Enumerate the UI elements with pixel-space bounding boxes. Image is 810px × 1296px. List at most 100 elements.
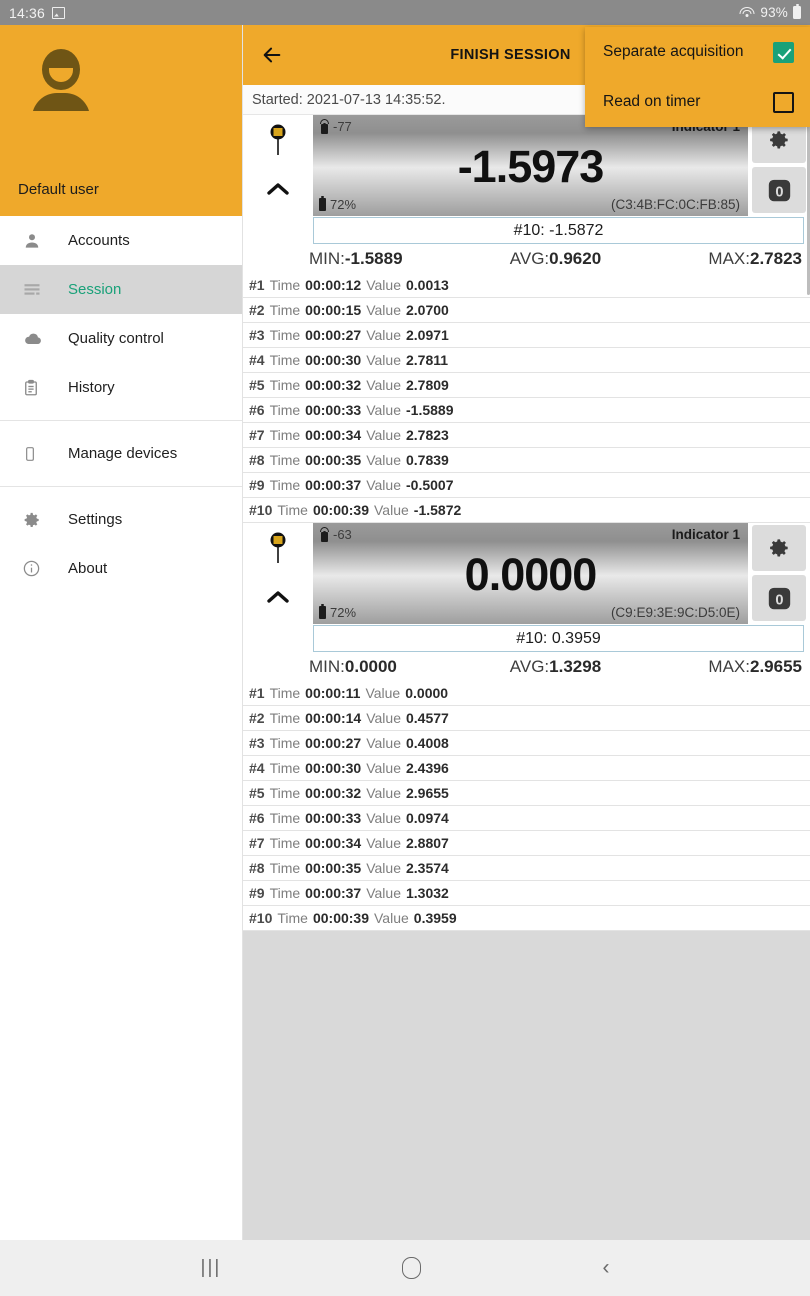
reading-row[interactable]: #2 Time 00:00:14 Value 0.4577 [243,706,810,731]
sidebar-item-accounts[interactable]: Accounts [0,216,242,265]
reading-number: #9 [249,477,265,493]
cloud-icon [22,329,68,349]
back-button[interactable] [243,44,301,66]
navigation-drawer: Default user Accounts Session Quality co… [0,25,243,1240]
indicator-row: -63 Indicator 1 0.0000 72% (C9:E9:3E:9C:… [243,523,810,624]
indicator-settings-button[interactable] [752,525,806,571]
status-bar-right: 93% [739,4,801,20]
reading-time-label: Time [269,785,301,801]
reading-value: 0.0000 [405,685,449,701]
indicator-display[interactable]: -63 Indicator 1 0.0000 72% (C9:E9:3E:9C:… [313,523,748,624]
indicator-value: 0.0000 [464,549,598,600]
reading-value-label: Value [366,785,401,801]
reading-value-label: Value [366,860,401,876]
reading-row[interactable]: #1 Time 00:00:11 Value 0.0000 [243,681,810,706]
sidebar-item-label: History [68,379,115,396]
reading-list: #1 Time 00:00:11 Value 0.0000 #2 Time 00:00:14 V… [243,681,810,931]
indicator-zero-button[interactable]: 0 [752,575,806,621]
indicator-actions: 0 [748,115,810,216]
indicator-zero-button[interactable]: 0 [752,167,806,213]
reading-time-value: 00:00:12 [305,277,362,293]
overflow-menu: Separate acquisition Read on timer [585,27,810,127]
reading-row[interactable]: #6 Time 00:00:33 Value -1.5889 [243,398,810,423]
sidebar-item-quality-control[interactable]: Quality control [0,314,242,363]
reading-number: #6 [249,402,265,418]
sidebar-item-session[interactable]: Session [0,265,242,314]
arrow-left-icon [263,47,281,63]
stat-avg-value: 1.3298 [549,656,602,676]
indicator-display[interactable]: -77 Indicator 1 -1.5973 72% (C3:4B:FC:0C… [313,115,748,216]
reading-row[interactable]: #4 Time 00:00:30 Value 2.7811 [243,348,810,373]
reading-time-label: Time [269,810,301,826]
menu-item-separate-acquisition[interactable]: Separate acquisition [585,27,810,77]
reading-row[interactable]: #8 Time 00:00:35 Value 2.3574 [243,856,810,881]
sidebar-item-settings[interactable]: Settings [0,495,242,544]
reading-value-label: Value [366,710,401,726]
stat-avg: AVG:0.9620 [473,249,637,269]
reading-number: #5 [249,377,265,393]
reading-row[interactable]: #3 Time 00:00:27 Value 0.4008 [243,731,810,756]
reading-row[interactable]: #10 Time 00:00:39 Value -1.5872 [243,498,810,523]
reading-time-label: Time [269,377,301,393]
indicator-rssi: -77 [319,119,352,134]
reading-row[interactable]: #6 Time 00:00:33 Value 0.0974 [243,806,810,831]
sidebar-item-about[interactable]: About [0,544,242,593]
sidebar-item-history[interactable]: History [0,363,242,412]
reading-row[interactable]: #7 Time 00:00:34 Value 2.8807 [243,831,810,856]
reading-number: #5 [249,785,265,801]
reading-row[interactable]: #8 Time 00:00:35 Value 0.7839 [243,448,810,473]
stat-max-label: MAX: [708,248,750,268]
recents-button[interactable]: ||| [201,1257,222,1279]
reading-time-value: 00:00:27 [305,327,362,343]
sidebar-item-label: About [68,560,108,577]
reading-value: -1.5872 [413,502,462,518]
indicator-panel: -63 Indicator 1 0.0000 72% (C9:E9:3E:9C:… [243,523,810,931]
system-back-button[interactable]: ‹ [602,1256,609,1280]
indicator-panel: -77 Indicator 1 -1.5973 72% (C3:4B:FC:0C… [243,115,810,523]
battery-icon [793,4,801,19]
reading-row[interactable]: #5 Time 00:00:32 Value 2.9655 [243,781,810,806]
collapse-indicator-button[interactable] [265,180,291,203]
reading-row[interactable]: #7 Time 00:00:34 Value 2.7823 [243,423,810,448]
menu-item-label: Separate acquisition [603,43,744,60]
zero-icon: 0 [768,587,790,609]
reading-row[interactable]: #1 Time 00:00:12 Value 0.0013 [243,273,810,298]
drawer-divider [0,420,242,421]
reading-value: 2.9655 [406,785,449,801]
reading-number: #4 [249,352,265,368]
reading-value-label: Value [366,760,401,776]
reading-number: #2 [249,710,265,726]
reading-row[interactable]: #2 Time 00:00:15 Value 2.0700 [243,298,810,323]
indicator-stats: MIN:0.0000 AVG:1.3298 MAX:2.9655 [243,652,810,681]
battery-percent-label: 93% [760,5,788,20]
read-on-timer-checkbox[interactable] [773,91,794,113]
reading-row[interactable]: #3 Time 00:00:27 Value 2.0971 [243,323,810,348]
sidebar-item-manage-devices[interactable]: Manage devices [0,429,242,478]
image-icon [52,6,66,19]
reading-time-label: Time [269,860,301,876]
home-button[interactable] [402,1257,422,1279]
separate-acquisition-checkbox[interactable] [773,41,794,63]
reading-value: 2.8807 [406,835,449,851]
reading-row[interactable]: #10 Time 00:00:39 Value 0.3959 [243,906,810,931]
reading-row[interactable]: #9 Time 00:00:37 Value -0.5007 [243,473,810,498]
reading-time-label: Time [269,477,301,493]
chevron-up-icon [267,591,289,603]
session-started-text: Started: 2021-07-13 14:35:52. [252,91,446,108]
battery-icon [319,603,326,619]
collapse-indicator-button[interactable] [265,588,291,611]
indicator-battery: 72% [319,195,356,212]
dial-indicator-icon [267,123,289,162]
reading-number: #7 [249,427,265,443]
reading-number: #7 [249,835,265,851]
reading-time-value: 00:00:27 [305,735,362,751]
indicator-left-column [243,115,313,216]
reading-value-label: Value [366,427,401,443]
system-navigation-bar: ||| ‹ [0,1240,810,1296]
reading-row[interactable]: #5 Time 00:00:32 Value 2.7809 [243,373,810,398]
indicator-value: -1.5973 [457,141,605,192]
reading-row[interactable]: #4 Time 00:00:30 Value 2.4396 [243,756,810,781]
reading-time-value: 00:00:33 [305,810,362,826]
menu-item-read-on-timer[interactable]: Read on timer [585,77,810,127]
reading-row[interactable]: #9 Time 00:00:37 Value 1.3032 [243,881,810,906]
